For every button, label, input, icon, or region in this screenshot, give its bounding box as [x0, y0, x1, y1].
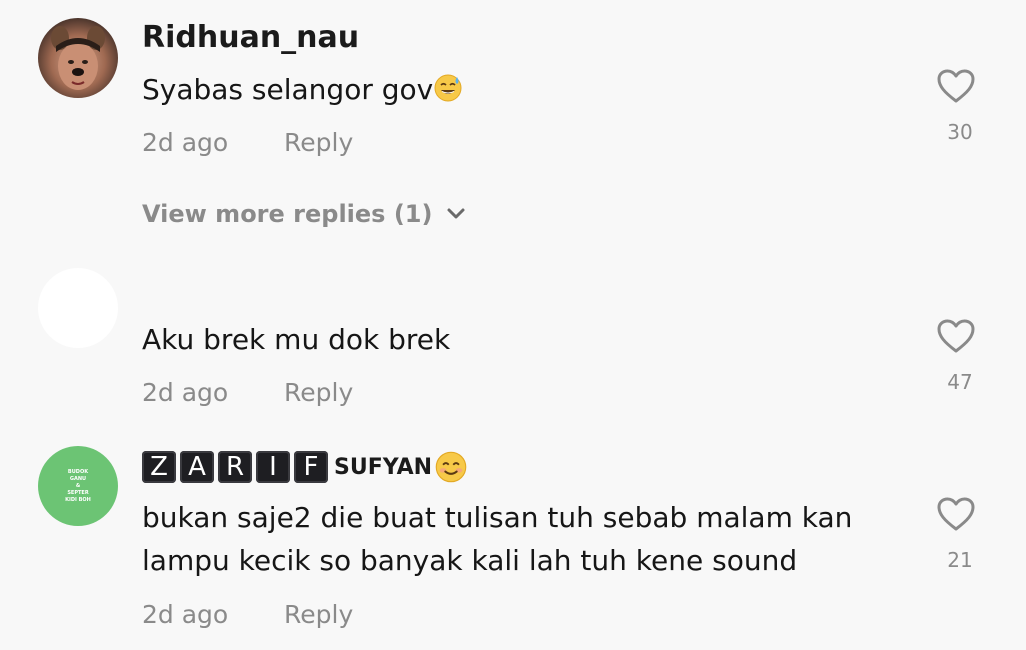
chevron-down-icon [447, 208, 465, 219]
username-letter-box: A [180, 451, 214, 483]
view-more-label: View more replies (1) [142, 200, 433, 228]
heart-icon[interactable] [936, 68, 976, 104]
reply-button[interactable]: Reply [284, 600, 353, 629]
like-count: 47 [947, 370, 973, 394]
view-more-replies-button[interactable]: View more replies (1) [142, 200, 466, 228]
comments-list: Ridhuan_nau Syabas selangor gov 2d ago R… [0, 0, 1026, 650]
avatar-text-line: & [75, 482, 81, 489]
comment-text-line: lampu kecik so banyak kali lah tuh kene … [142, 544, 798, 577]
dog-filter-face-icon [51, 26, 105, 90]
username-letter-box: R [218, 451, 252, 483]
timestamp: 2d ago [142, 128, 229, 157]
timestamp: 2d ago [142, 378, 229, 407]
comment-text: Syabas selangor gov [142, 68, 463, 111]
timestamp: 2d ago [142, 600, 229, 629]
avatar-text-line: KIDI BOH [65, 496, 91, 503]
username-letter-box: F [294, 451, 328, 483]
avatar-text-line: SEPTER [67, 489, 89, 496]
like-count: 21 [947, 548, 973, 572]
heart-icon[interactable] [936, 318, 976, 354]
avatar[interactable] [38, 18, 118, 98]
smile-emoji-icon [435, 451, 467, 483]
reply-button[interactable]: Reply [284, 378, 353, 407]
avatar-text-line: GANU [69, 475, 87, 482]
username[interactable]: Z A R I F SUFYAN [142, 450, 468, 484]
username-suffix: SUFYAN [334, 454, 433, 480]
username[interactable]: Ridhuan_nau [142, 20, 359, 55]
username-letter-box: Z [142, 451, 176, 483]
comment-text-line: bukan saje2 die buat tulisan tuh sebab m… [142, 501, 853, 534]
heart-icon[interactable] [936, 496, 976, 532]
avatar-text-line: BUDOK [67, 468, 89, 475]
reply-button[interactable]: Reply [284, 128, 353, 157]
like-count: 30 [947, 120, 973, 144]
avatar[interactable] [38, 268, 118, 348]
sweat-smile-emoji-icon [434, 74, 462, 102]
comment-body: Syabas selangor gov [142, 73, 434, 106]
comment-text: Aku brek mu dok brek [142, 323, 451, 356]
avatar[interactable]: BUDOK GANU & SEPTER KIDI BOH [38, 446, 118, 526]
username-letter-box: I [256, 451, 290, 483]
